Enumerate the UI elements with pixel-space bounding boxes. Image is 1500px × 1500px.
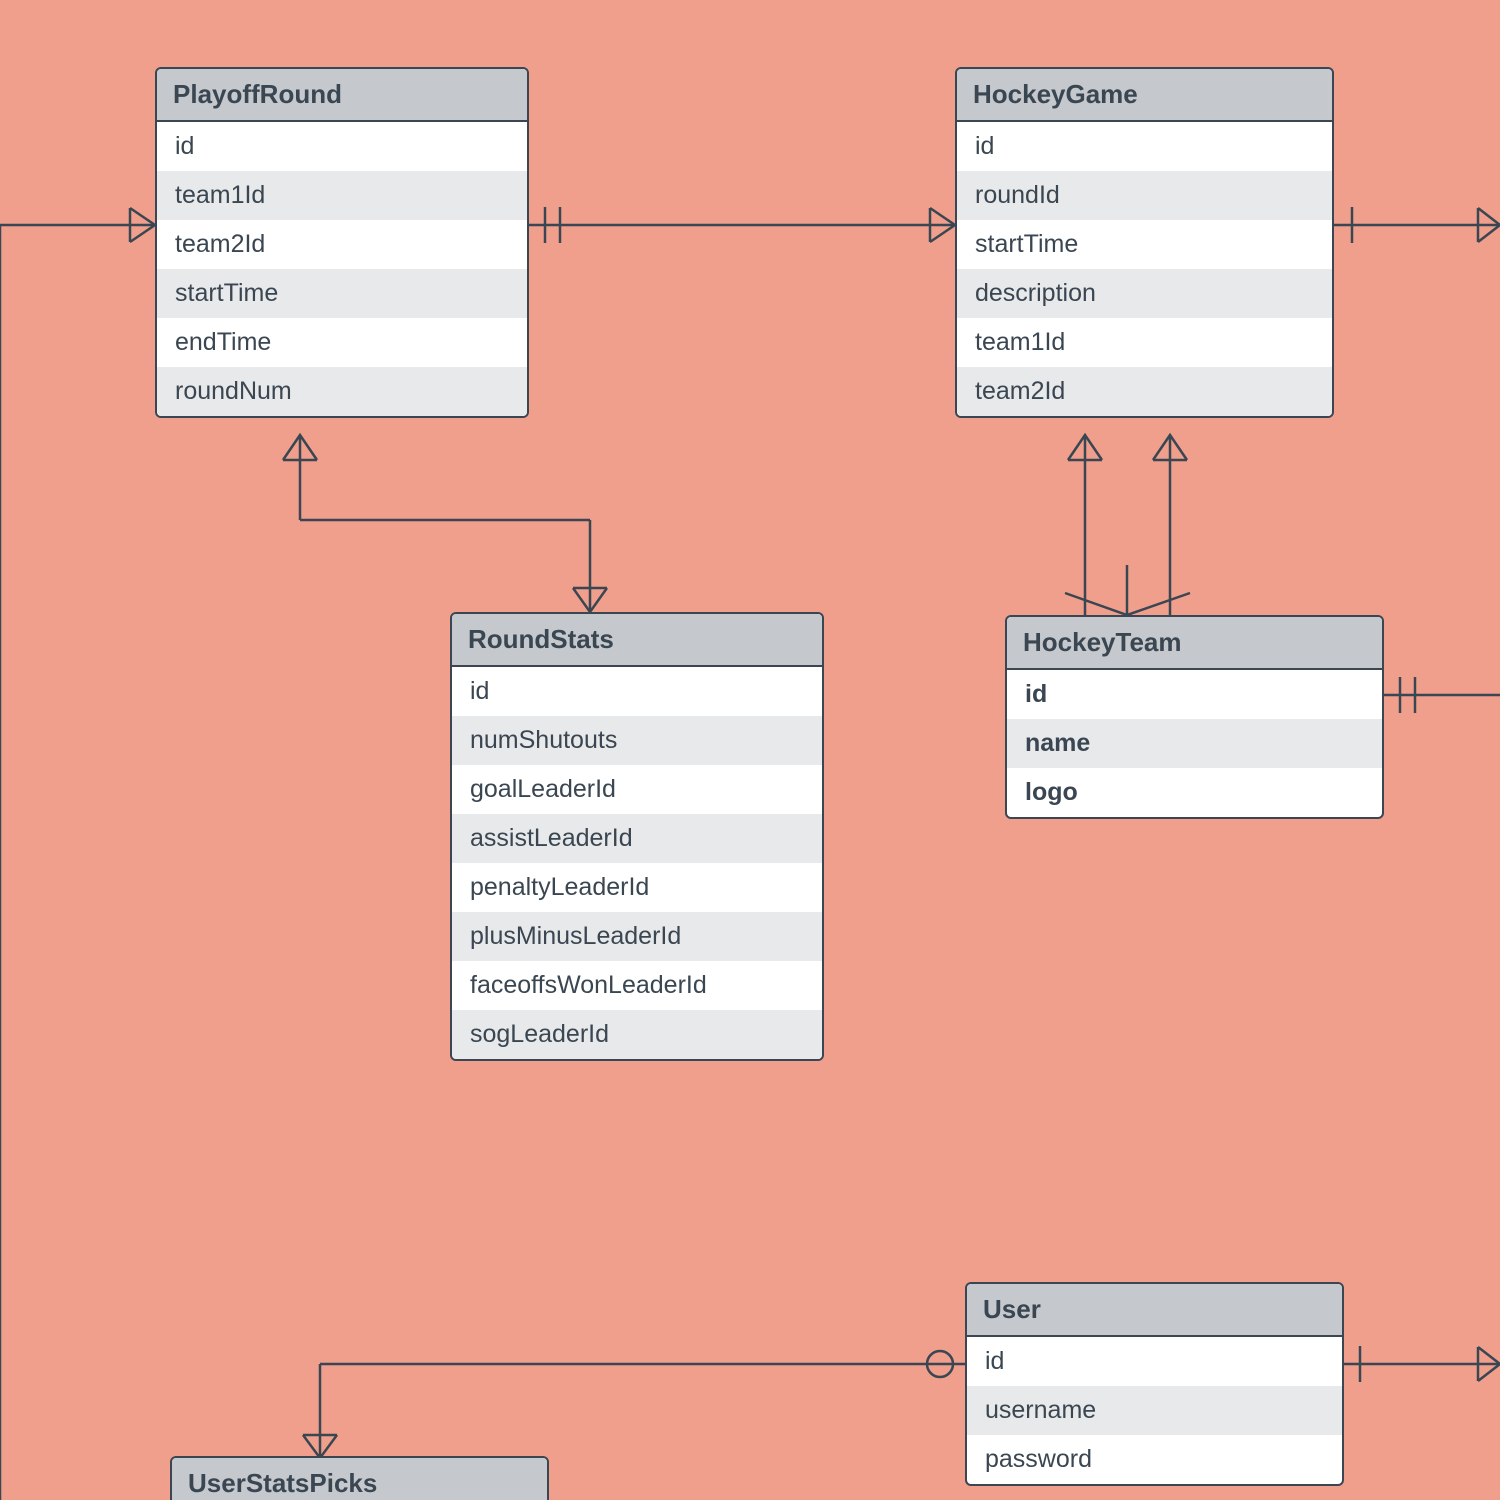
field: penaltyLeaderId xyxy=(452,863,822,912)
field: startTime xyxy=(957,220,1332,269)
entity-title: User xyxy=(967,1284,1342,1337)
field: startTime xyxy=(157,269,527,318)
field: numShutouts xyxy=(452,716,822,765)
er-diagram-canvas: PlayoffRound id team1Id team2Id startTim… xyxy=(0,0,1500,1500)
field: team1Id xyxy=(957,318,1332,367)
field: endTime xyxy=(157,318,527,367)
field: roundId xyxy=(957,171,1332,220)
field: name xyxy=(1007,719,1382,768)
field: team2Id xyxy=(957,367,1332,416)
entity-title: HockeyTeam xyxy=(1007,617,1382,670)
field: roundNum xyxy=(157,367,527,416)
entity-title: HockeyGame xyxy=(957,69,1332,122)
field: username xyxy=(967,1386,1342,1435)
field: id xyxy=(1007,670,1382,719)
field: team2Id xyxy=(157,220,527,269)
entity-title: UserStatsPicks xyxy=(172,1458,547,1500)
field: description xyxy=(957,269,1332,318)
field: id xyxy=(957,122,1332,171)
entity-user-stats-picks[interactable]: UserStatsPicks xyxy=(170,1456,549,1500)
entity-title: RoundStats xyxy=(452,614,822,667)
field: sogLeaderId xyxy=(452,1010,822,1059)
entity-hockey-game[interactable]: HockeyGame id roundId startTime descript… xyxy=(955,67,1334,418)
entity-user[interactable]: User id username password xyxy=(965,1282,1344,1486)
field: faceoffsWonLeaderId xyxy=(452,961,822,1010)
field: id xyxy=(452,667,822,716)
entity-playoff-round[interactable]: PlayoffRound id team1Id team2Id startTim… xyxy=(155,67,529,418)
field: plusMinusLeaderId xyxy=(452,912,822,961)
field: id xyxy=(967,1337,1342,1386)
field: logo xyxy=(1007,768,1382,817)
field: password xyxy=(967,1435,1342,1484)
entity-round-stats[interactable]: RoundStats id numShutouts goalLeaderId a… xyxy=(450,612,824,1061)
field: assistLeaderId xyxy=(452,814,822,863)
entity-title: PlayoffRound xyxy=(157,69,527,122)
field: goalLeaderId xyxy=(452,765,822,814)
field: id xyxy=(157,122,527,171)
field: team1Id xyxy=(157,171,527,220)
entity-hockey-team[interactable]: HockeyTeam id name logo xyxy=(1005,615,1384,819)
